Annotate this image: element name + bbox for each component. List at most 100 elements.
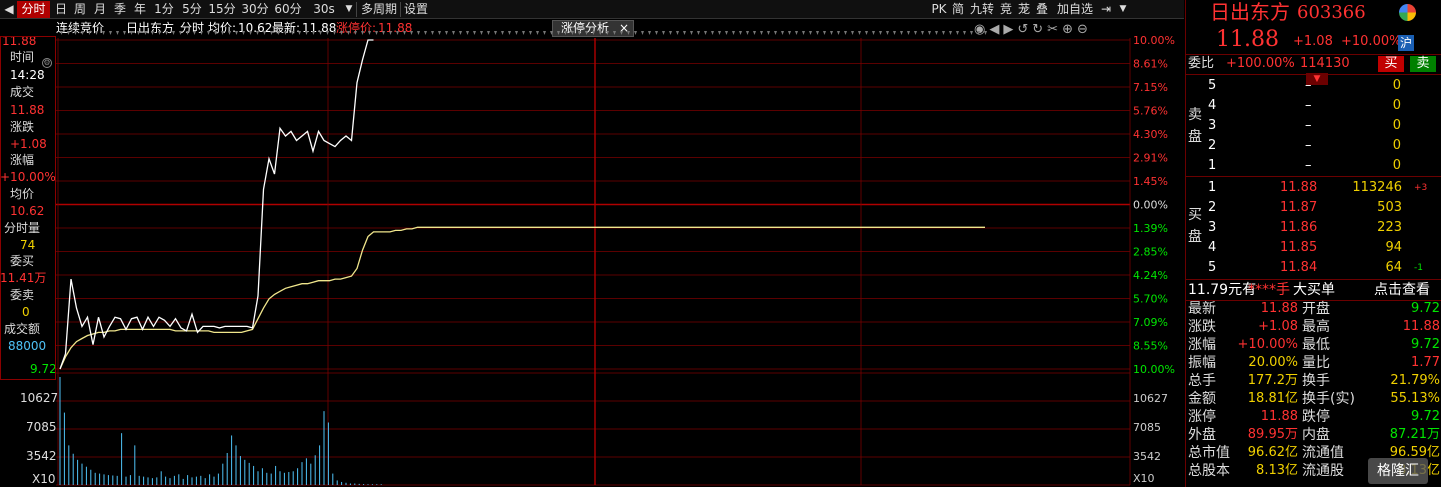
pct-tick-label: 1.45% — [1133, 175, 1168, 188]
tick-marker-icon — [522, 31, 525, 35]
divider — [1186, 176, 1441, 177]
ask-row[interactable]: 3 – 0 — [1186, 116, 1441, 136]
tick-marker-icon — [137, 31, 140, 35]
stock-code: 603366 — [1297, 2, 1366, 23]
tick-marker-icon — [746, 31, 749, 35]
bid-row[interactable]: 5 11.84 64 -1 — [1186, 258, 1441, 278]
stat-value: 20.00% — [1248, 355, 1298, 370]
tick-marker-icon — [186, 31, 189, 35]
tick-marker-icon — [291, 31, 294, 35]
stat-value: 87.21万 — [1389, 427, 1440, 442]
tick-marker-icon — [886, 31, 889, 35]
bid-value: 11.41万 — [0, 271, 47, 285]
weibi-row: 委比 +100.00% 114130 买 卖 — [1186, 54, 1441, 74]
settings-icon[interactable]: ⚙ — [42, 58, 52, 68]
stat-label: 开盘 — [1302, 301, 1330, 317]
tick-marker-icon — [424, 31, 427, 35]
tick-marker-icon — [697, 31, 700, 35]
stat-value: 18.81亿 — [1247, 391, 1298, 406]
stat-value: +10.00% — [1237, 337, 1298, 352]
price-top-tick: 11.88 — [2, 34, 37, 48]
stat-label: 量比 — [1302, 355, 1330, 371]
big-order-row[interactable]: 11.79元有 ****手 大买单 点击查看 — [1186, 280, 1441, 300]
ask-row[interactable]: 5 – 0 — [1186, 76, 1441, 96]
tick-marker-icon — [893, 31, 896, 35]
tick-marker-icon — [627, 31, 630, 35]
tick-marker-icon — [144, 31, 147, 35]
tick-marker-icon — [802, 31, 805, 35]
ask-level: 2 — [1208, 138, 1217, 153]
bid-volume: 113246 — [1352, 180, 1402, 195]
tick-marker-icon — [858, 31, 861, 35]
stat-label: 最新 — [1188, 301, 1216, 317]
price-change: +1.08 — [1293, 34, 1333, 49]
quote-panel: 日出东方 603366 11.88 +1.08 +10.00% 沪 委比 +10… — [1185, 0, 1441, 487]
bid-level: 5 — [1208, 260, 1217, 275]
stat-label: 内盘 — [1302, 427, 1330, 443]
ask-row[interactable]: 1 – 0 — [1186, 156, 1441, 176]
stat-label: 涨停 — [1188, 409, 1216, 425]
pct-tick-label: 4.30% — [1133, 128, 1168, 141]
tick-marker-icon — [277, 31, 280, 35]
ask-level: 4 — [1208, 98, 1217, 113]
intraday-chart[interactable]: 10.00% 8.61% 7.15% 5.76% 4.30% 2.91% 1.45% 0.00… — [56, 0, 1184, 487]
bid-row[interactable]: 3 11.86 223 — [1186, 218, 1441, 238]
ask-volume: 0 — [1392, 138, 1401, 153]
tick-marker-icon — [655, 31, 658, 35]
tick-marker-icon — [487, 31, 490, 35]
tick-marker-icon — [823, 31, 826, 35]
tab-fenshi[interactable]: 分时 — [17, 1, 50, 18]
bid-row[interactable]: 1 11.88 113246 +3 — [1186, 178, 1441, 198]
sell-button[interactable]: 卖 — [1410, 56, 1436, 72]
app-logo-icon[interactable] — [1399, 4, 1416, 21]
tick-marker-icon — [543, 31, 546, 35]
pct-axis: 10.00% 8.61% 7.15% 5.76% 4.30% 2.91% 1.45% 0.00… — [1133, 34, 1175, 376]
bid-level: 4 — [1208, 240, 1217, 255]
tick-marker-icon — [319, 31, 322, 35]
stats-row: 金额 18.81亿 换手(实) 55.13% — [1186, 390, 1441, 408]
tick-marker-icon — [172, 31, 175, 35]
stat-value: 89.95万 — [1247, 427, 1298, 442]
tick-marker-icon — [928, 31, 931, 35]
tick-marker-icon — [536, 31, 539, 35]
tick-marker-icon — [557, 31, 560, 35]
tick-marker-icon — [816, 31, 819, 35]
watermark-logo: 格隆汇 — [1368, 458, 1428, 484]
tick-marker-icon — [214, 31, 217, 35]
tick-marker-icon — [256, 31, 259, 35]
tick-marker-icon — [438, 31, 441, 35]
tick-marker-icon — [95, 31, 98, 35]
tick-marker-icon — [221, 31, 224, 35]
weicha-value: 114130 — [1300, 56, 1350, 71]
left-arrow-icon[interactable]: ◀ — [2, 1, 16, 18]
pct-tick-label: 8.55% — [1133, 340, 1168, 353]
tick-marker-icon — [515, 31, 518, 35]
tick-marker-icon — [109, 31, 112, 35]
tick-marker-icon — [445, 31, 448, 35]
stat-label: 换手(实) — [1302, 391, 1355, 407]
stats-row: 外盘 89.95万 内盘 87.21万 — [1186, 426, 1441, 444]
tick-marker-icon — [725, 31, 728, 35]
tick-marker-icon — [193, 31, 196, 35]
amount-value: 88000 — [8, 339, 47, 353]
big-order-label: 大买单 — [1293, 282, 1335, 298]
bid-row[interactable]: 2 11.87 503 — [1186, 198, 1441, 218]
tick-marker-icon — [648, 31, 651, 35]
big-order-link[interactable]: 点击查看 — [1374, 280, 1430, 300]
tick-marker-icon — [683, 31, 686, 35]
ask-volume: 0 — [1392, 118, 1401, 133]
stat-value: 9.72 — [1411, 409, 1440, 424]
tick-marker-icon — [396, 31, 399, 35]
volume-tick-label: 3542 — [1133, 450, 1161, 463]
bid-price: 11.87 — [1280, 200, 1318, 215]
ask-row[interactable]: 2 – 0 — [1186, 136, 1441, 156]
ask-row[interactable]: 4 – 0 — [1186, 96, 1441, 116]
tick-marker-icon — [564, 31, 567, 35]
bid-row[interactable]: 4 11.85 94 — [1186, 238, 1441, 258]
buy-button[interactable]: 买 — [1378, 56, 1404, 72]
tick-marker-icon — [907, 31, 910, 35]
tick-marker-icon — [585, 31, 588, 35]
pct-tick-label: 4.24% — [1133, 269, 1168, 282]
tick-marker-icon — [578, 31, 581, 35]
stat-label: 涨跌 — [1188, 319, 1216, 335]
